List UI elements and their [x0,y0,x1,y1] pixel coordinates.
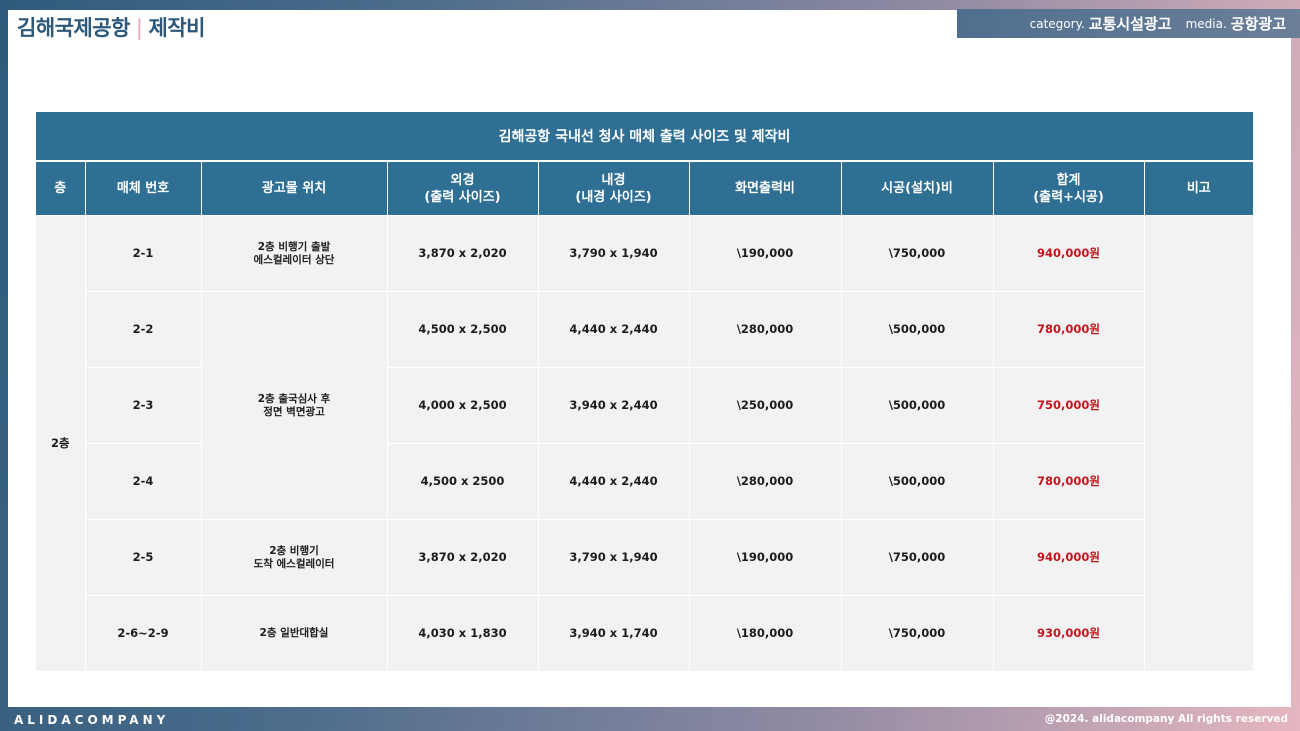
outer-size-cell: 3,870 x 2,020 [386,215,538,292]
install-cost-cell: \750,000 [840,595,993,671]
inner-size-cell: 3,940 x 2,440 [537,367,689,444]
print-cost-cell: \190,000 [688,519,841,596]
footer-copyright: @2024. alidacompany All rights reserved [1044,713,1288,725]
note-cell [1143,215,1254,671]
location-cell: 2층 일반대합실 [200,595,387,671]
col-header-note: 비고 [1143,161,1254,216]
inner-size-cell: 4,440 x 2,440 [537,443,689,520]
col-header-media-no: 매체 번호 [84,161,201,216]
install-cost-cell: \500,000 [840,443,993,520]
col-header-total: 합계 (출력+시공) [992,161,1144,216]
total-cell: 930,000원 [992,595,1144,671]
inner-size-cell: 3,790 x 1,940 [537,215,689,292]
category-value: 교통시설광고 [1088,15,1172,33]
col-header-location: 광고물 위치 [200,161,387,216]
media-no-cell: 2-4 [84,443,201,520]
total-cell: 780,000원 [992,291,1144,368]
col-header-outer-size: 외경 (출력 사이즈) [386,161,538,216]
col-header-print-cost: 화면출력비 [688,161,841,216]
col-header-floor: 층 [36,161,85,216]
print-cost-cell: \180,000 [688,595,841,671]
location-cell: 2층 출국심사 후 정면 벽면광고 [200,291,387,520]
footer-brand: ALIDACOMPANY [14,713,170,727]
table-row: 2-6~2-9 2층 일반대합실 4,030 x 1,830 3,940 x 1… [36,595,1253,671]
table-row: 2-2 2층 출국심사 후 정면 벽면광고 4,500 x 2,500 4,44… [36,291,1253,520]
location-cell: 2층 비행기 출발 에스컬레이터 상단 [200,215,387,292]
total-cell: 940,000원 [992,215,1144,292]
media-no-cell: 2-2 [84,291,201,368]
col-header-inner-size: 내경 (내경 사이즈) [537,161,689,216]
production-cost-table: 김해공항 국내선 청사 매체 출력 사이즈 및 제작비 층 매체 번호 광고물 … [36,112,1254,671]
print-cost-cell: \250,000 [688,367,841,444]
outer-size-cell: 4,030 x 1,830 [386,595,538,671]
total-cell: 780,000원 [992,443,1144,520]
table-caption: 김해공항 국내선 청사 매체 출력 사이즈 및 제작비 [36,112,1254,162]
install-cost-cell: \500,000 [840,367,993,444]
print-cost-cell: \280,000 [688,443,841,520]
inner-size-cell: 3,940 x 1,740 [537,595,689,671]
inner-size-cell: 3,790 x 1,940 [537,519,689,596]
outer-size-cell: 4,500 x 2,500 [386,291,538,368]
install-cost-cell: \500,000 [840,291,993,368]
outer-size-cell: 4,500 x 2500 [386,443,538,520]
install-cost-cell: \750,000 [840,519,993,596]
title-separator: | [135,16,143,40]
table-row: 2층 2-1 2층 비행기 출발 에스컬레이터 상단 3,870 x 2,020… [36,215,1254,671]
print-cost-cell: \280,000 [688,291,841,368]
media-no-cell: 2-5 [84,519,201,596]
title-main: 김해국제공항 [17,16,130,40]
category-tag: category. 교통시설광고 media. 공항광고 [957,9,1300,38]
media-no-cell: 2-1 [84,215,201,292]
install-cost-cell: \750,000 [840,215,993,292]
outer-size-cell: 3,870 x 2,020 [386,519,538,596]
media-key: media. [1185,16,1227,31]
inner-size-cell: 4,440 x 2,440 [537,291,689,368]
title-sub: 제작비 [148,16,206,40]
print-cost-cell: \190,000 [688,215,841,292]
outer-size-cell: 4,000 x 2,500 [386,367,538,444]
media-no-cell: 2-3 [84,367,201,444]
total-cell: 940,000원 [992,519,1144,596]
col-header-install-cost: 시공(설치)비 [840,161,993,216]
page-title: 김해국제공항 | 제작비 [17,12,205,42]
location-cell: 2층 비행기 도착 에스컬레이터 [200,519,387,596]
table-row: 2-5 2층 비행기 도착 에스컬레이터 3,870 x 2,020 3,790… [36,519,1253,596]
floor-cell: 2층 [36,215,85,671]
media-value: 공항광고 [1230,15,1286,33]
total-cell: 750,000원 [992,367,1144,444]
category-key: category. [1029,16,1085,31]
media-no-cell: 2-6~2-9 [84,595,201,671]
